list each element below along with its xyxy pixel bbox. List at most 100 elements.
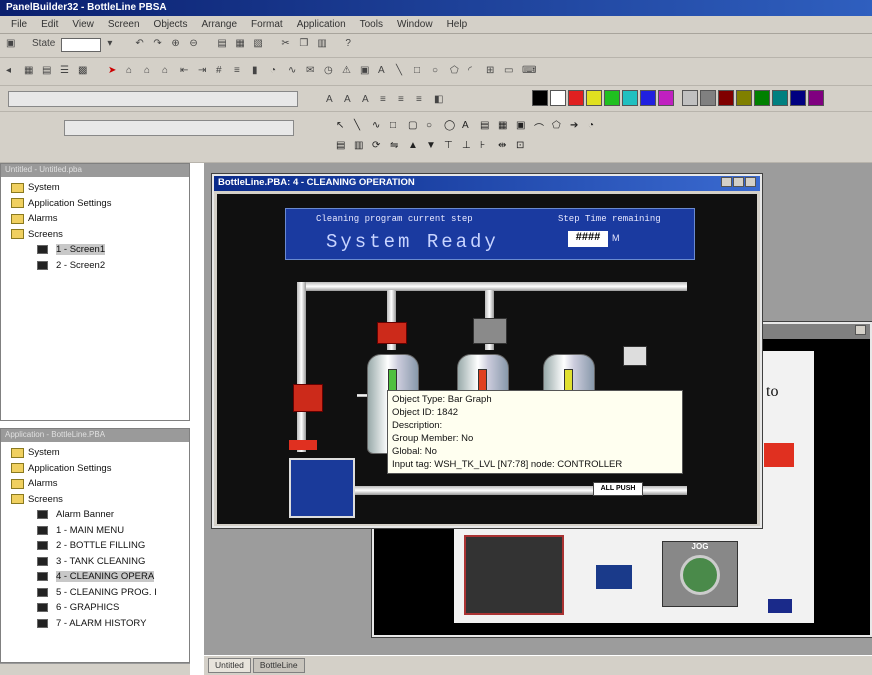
draw-freehand-icon[interactable]: ∿ bbox=[372, 120, 384, 132]
paste-icon[interactable]: ▥ bbox=[317, 38, 329, 50]
tree-item[interactable]: Screens bbox=[3, 227, 189, 243]
draw-line-icon[interactable]: ╲ bbox=[354, 120, 366, 132]
menu-window[interactable]: Window bbox=[390, 19, 440, 30]
menu-objects[interactable]: Objects bbox=[147, 19, 195, 30]
tree-item[interactable]: 6 - GRAPHICS bbox=[3, 600, 189, 616]
fill-icon[interactable]: ◧ bbox=[434, 94, 446, 106]
jog-button[interactable]: JOG bbox=[662, 541, 738, 607]
message-icon[interactable]: ✉ bbox=[306, 65, 318, 77]
color-swatch[interactable] bbox=[700, 90, 716, 106]
state-dropdown-icon[interactable]: ▾ bbox=[107, 38, 119, 50]
menu-file[interactable]: File bbox=[4, 19, 34, 30]
align-icon[interactable]: ☰ bbox=[60, 65, 72, 77]
menu-application[interactable]: Application bbox=[290, 19, 353, 30]
hmi-nav-button[interactable] bbox=[289, 458, 355, 518]
front-icon[interactable]: ▤ bbox=[336, 140, 348, 152]
clock-icon[interactable]: ◷ bbox=[324, 65, 336, 77]
rotate-icon[interactable]: ⟳ bbox=[372, 140, 384, 152]
italic-icon[interactable]: A bbox=[344, 94, 356, 106]
align-top-icon[interactable]: ⊤ bbox=[444, 140, 456, 152]
open-icon[interactable]: ▤ bbox=[217, 38, 229, 50]
print-icon[interactable]: ▧ bbox=[253, 38, 265, 50]
tree-item[interactable]: Application Settings bbox=[3, 196, 189, 212]
panel-icon[interactable]: ▭ bbox=[504, 65, 516, 77]
grey-valve[interactable] bbox=[473, 318, 507, 344]
tree-item[interactable]: 1 - Screen1 bbox=[3, 242, 189, 258]
draw-rounded-icon[interactable]: ▢ bbox=[408, 120, 420, 132]
back-icon[interactable]: ▥ bbox=[354, 140, 366, 152]
step-time-display[interactable]: #### bbox=[568, 231, 608, 247]
minimize-icon[interactable] bbox=[721, 177, 732, 187]
menu-arrange[interactable]: Arrange bbox=[194, 19, 244, 30]
align-vcenter-icon[interactable]: ⊦ bbox=[480, 140, 492, 152]
multistate-icon[interactable]: ⇤ bbox=[180, 65, 192, 77]
ellipse-icon[interactable]: ○ bbox=[432, 65, 444, 77]
tree-item[interactable]: Screens bbox=[3, 492, 189, 508]
tree-item[interactable]: 2 - BOTTLE FILLING bbox=[3, 538, 189, 554]
draw-polygon-icon[interactable]: ⬠ bbox=[552, 120, 564, 132]
object-name-combo[interactable] bbox=[64, 120, 294, 136]
tree-item[interactable]: 2 - Screen2 bbox=[3, 258, 189, 274]
color-swatch[interactable] bbox=[754, 90, 770, 106]
draw-arrow-icon[interactable]: ➔ bbox=[570, 120, 582, 132]
state-select[interactable] bbox=[61, 38, 102, 52]
trend-icon[interactable]: ∿ bbox=[288, 65, 300, 77]
color-swatch[interactable] bbox=[772, 90, 788, 106]
new-icon[interactable]: ▣ bbox=[6, 38, 18, 50]
flip-icon[interactable]: ⇋ bbox=[390, 140, 402, 152]
restore-icon[interactable] bbox=[855, 325, 866, 335]
latch-button-icon[interactable]: ⌂ bbox=[162, 65, 174, 77]
draw-image-icon[interactable]: ▤ bbox=[480, 120, 492, 132]
space-icon[interactable]: ⇹ bbox=[498, 140, 510, 152]
panel-scrollbar[interactable] bbox=[0, 663, 190, 675]
bitmap-icon[interactable]: ▣ bbox=[360, 65, 372, 77]
font-combo[interactable] bbox=[8, 91, 298, 107]
select-arrow-icon[interactable]: ➤ bbox=[108, 65, 120, 77]
text-icon[interactable]: A bbox=[378, 65, 390, 77]
help-icon[interactable]: ? bbox=[345, 38, 357, 50]
draw-table-icon[interactable]: ▦ bbox=[498, 120, 510, 132]
tree-item[interactable]: 4 - CLEANING OPERA bbox=[3, 569, 189, 585]
all-push-button[interactable]: ALL PUSH bbox=[593, 482, 643, 496]
copy-icon[interactable]: ❐ bbox=[299, 38, 311, 50]
menu-screen[interactable]: Screen bbox=[101, 19, 147, 30]
maximize-icon[interactable] bbox=[733, 177, 744, 187]
redo-icon[interactable]: ↷ bbox=[153, 38, 165, 50]
color-swatch[interactable] bbox=[586, 90, 602, 106]
color-swatch[interactable] bbox=[718, 90, 734, 106]
undo-icon[interactable]: ↶ bbox=[135, 38, 147, 50]
red-valve-left[interactable] bbox=[293, 384, 323, 412]
polygon-icon[interactable]: ⬠ bbox=[450, 65, 462, 77]
scale-icon[interactable]: ⊞ bbox=[486, 65, 498, 77]
lock-icon[interactable]: ⊡ bbox=[516, 140, 528, 152]
tree-item[interactable]: Alarms bbox=[3, 211, 189, 227]
tab-untitled[interactable]: Untitled bbox=[208, 658, 251, 673]
tree-item[interactable]: 5 - CLEANING PROG. I bbox=[3, 585, 189, 601]
red-valve-1[interactable] bbox=[377, 322, 407, 344]
push-button-icon[interactable]: ⌂ bbox=[126, 65, 138, 77]
draw-gauge-icon[interactable]: ◔ bbox=[588, 120, 600, 132]
arc-icon[interactable]: ◜ bbox=[468, 65, 480, 77]
goto-icon[interactable]: ⇥ bbox=[198, 65, 210, 77]
group-icon[interactable]: ▩ bbox=[78, 65, 90, 77]
color-swatch[interactable] bbox=[658, 90, 674, 106]
pointer-icon[interactable]: ◂ bbox=[6, 65, 18, 77]
draw-text-icon[interactable]: A bbox=[462, 120, 474, 132]
down-triangle-icon[interactable]: ▼ bbox=[426, 140, 438, 152]
tab-bottleline[interactable]: BottleLine bbox=[252, 658, 305, 673]
rect-icon[interactable]: □ bbox=[414, 65, 426, 77]
tree-item[interactable]: 7 - ALARM HISTORY bbox=[3, 616, 189, 632]
gauge-icon[interactable]: ◔ bbox=[270, 65, 282, 77]
keypad-icon[interactable]: ⌨ bbox=[522, 65, 536, 77]
line-icon[interactable]: ╲ bbox=[396, 65, 408, 77]
color-swatch[interactable] bbox=[604, 90, 620, 106]
layer-icon[interactable]: ▤ bbox=[42, 65, 54, 77]
menu-format[interactable]: Format bbox=[244, 19, 290, 30]
menu-edit[interactable]: Edit bbox=[34, 19, 65, 30]
white-valve[interactable] bbox=[623, 346, 647, 366]
draw-ellipse-icon[interactable]: ○ bbox=[426, 120, 438, 132]
list-icon[interactable]: ≡ bbox=[234, 65, 246, 77]
draw-select-icon[interactable]: ↖ bbox=[336, 120, 348, 132]
cut-icon[interactable]: ✂ bbox=[281, 38, 293, 50]
bar-graph-icon[interactable]: ▮ bbox=[252, 65, 264, 77]
